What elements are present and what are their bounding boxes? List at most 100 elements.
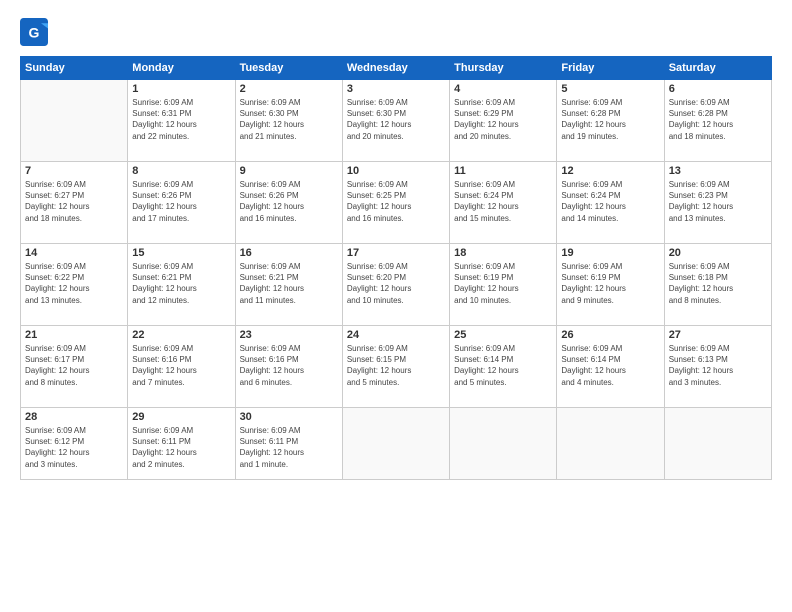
day-info: Sunrise: 6:09 AM Sunset: 6:19 PM Dayligh… [454, 261, 552, 306]
calendar-cell: 24 Sunrise: 6:09 AM Sunset: 6:15 PM Dayli… [342, 326, 449, 408]
calendar-cell: 4Sunrise: 6:09 AM Sunset: 6:29 PM Daylig… [450, 80, 557, 162]
day-number: 22 [132, 329, 230, 341]
weekday-header-wednesday: Wednesday [342, 57, 449, 80]
calendar-cell: 28 Sunrise: 6:09 AM Sunset: 6:12 PM Dayli… [21, 408, 128, 480]
calendar-week-3: 21 Sunrise: 6:09 AM Sunset: 6:17 PM Dayli… [21, 326, 772, 408]
day-number: 29 [132, 411, 230, 423]
day-info: Sunrise: 6:09 AM Sunset: 6:14 PM Dayligh… [454, 343, 552, 388]
day-info: Sunrise: 6:09 AM Sunset: 6:23 PM Dayligh… [669, 179, 767, 224]
calendar-cell: 27 Sunrise: 6:09 AM Sunset: 6:13 PM Dayli… [664, 326, 771, 408]
day-number: 23 [240, 329, 338, 341]
calendar-cell [557, 408, 664, 480]
weekday-header-monday: Monday [128, 57, 235, 80]
calendar-cell: 23 Sunrise: 6:09 AM Sunset: 6:16 PM Dayli… [235, 326, 342, 408]
day-number: 27 [669, 329, 767, 341]
calendar-cell: 22Sunrise: 6:09 AM Sunset: 6:16 PM Dayli… [128, 326, 235, 408]
calendar-cell: 29 Sunrise: 6:09 AM Sunset: 6:11 PM Dayli… [128, 408, 235, 480]
day-number: 26 [561, 329, 659, 341]
calendar-cell: 1 Sunrise: 6:09 AM Sunset: 6:31 PM Daylig… [128, 80, 235, 162]
day-number: 24 [347, 329, 445, 341]
day-number: 25 [454, 329, 552, 341]
day-info: Sunrise: 6:09 AM Sunset: 6:17 PM Dayligh… [25, 343, 123, 388]
day-number: 18 [454, 247, 552, 259]
day-number: 15 [132, 247, 230, 259]
day-number: 7 [25, 165, 123, 177]
weekday-header-friday: Friday [557, 57, 664, 80]
day-info: Sunrise: 6:09 AM Sunset: 6:13 PM Dayligh… [669, 343, 767, 388]
calendar-week-4: 28 Sunrise: 6:09 AM Sunset: 6:12 PM Dayli… [21, 408, 772, 480]
logo: G [20, 18, 54, 46]
day-number: 5 [561, 83, 659, 95]
day-number: 1 [132, 83, 230, 95]
calendar-cell: 25 Sunrise: 6:09 AM Sunset: 6:14 PM Dayli… [450, 326, 557, 408]
day-info: Sunrise: 6:09 AM Sunset: 6:25 PM Dayligh… [347, 179, 445, 224]
day-number: 4 [454, 83, 552, 95]
calendar-cell: 16 Sunrise: 6:09 AM Sunset: 6:21 PM Dayli… [235, 244, 342, 326]
day-info: Sunrise: 6:09 AM Sunset: 6:30 PM Dayligh… [240, 97, 338, 142]
day-info: Sunrise: 6:09 AM Sunset: 6:21 PM Dayligh… [240, 261, 338, 306]
day-info: Sunrise: 6:09 AM Sunset: 6:21 PM Dayligh… [132, 261, 230, 306]
day-info: Sunrise: 6:09 AM Sunset: 6:31 PM Dayligh… [132, 97, 230, 142]
calendar-cell: 12Sunrise: 6:09 AM Sunset: 6:24 PM Dayli… [557, 162, 664, 244]
day-info: Sunrise: 6:09 AM Sunset: 6:18 PM Dayligh… [669, 261, 767, 306]
day-info: Sunrise: 6:09 AM Sunset: 6:12 PM Dayligh… [25, 425, 123, 470]
calendar-cell [342, 408, 449, 480]
day-number: 16 [240, 247, 338, 259]
day-info: Sunrise: 6:09 AM Sunset: 6:19 PM Dayligh… [561, 261, 659, 306]
day-number: 21 [25, 329, 123, 341]
day-info: Sunrise: 6:09 AM Sunset: 6:22 PM Dayligh… [25, 261, 123, 306]
day-info: Sunrise: 6:09 AM Sunset: 6:16 PM Dayligh… [240, 343, 338, 388]
calendar-cell: 20 Sunrise: 6:09 AM Sunset: 6:18 PM Dayli… [664, 244, 771, 326]
weekday-header-saturday: Saturday [664, 57, 771, 80]
calendar-cell: 17Sunrise: 6:09 AM Sunset: 6:20 PM Dayli… [342, 244, 449, 326]
calendar-cell: 7 Sunrise: 6:09 AM Sunset: 6:27 PM Daylig… [21, 162, 128, 244]
calendar-cell: 2Sunrise: 6:09 AM Sunset: 6:30 PM Daylig… [235, 80, 342, 162]
calendar-table: SundayMondayTuesdayWednesdayThursdayFrid… [20, 56, 772, 480]
weekday-header-tuesday: Tuesday [235, 57, 342, 80]
day-info: Sunrise: 6:09 AM Sunset: 6:14 PM Dayligh… [561, 343, 659, 388]
calendar-body: 1 Sunrise: 6:09 AM Sunset: 6:31 PM Daylig… [21, 80, 772, 480]
day-number: 3 [347, 83, 445, 95]
calendar-cell: 3 Sunrise: 6:09 AM Sunset: 6:30 PM Daylig… [342, 80, 449, 162]
day-number: 14 [25, 247, 123, 259]
calendar-cell: 30Sunrise: 6:09 AM Sunset: 6:11 PM Dayli… [235, 408, 342, 480]
calendar-cell: 26 Sunrise: 6:09 AM Sunset: 6:14 PM Dayli… [557, 326, 664, 408]
calendar-cell: 11Sunrise: 6:09 AM Sunset: 6:24 PM Dayli… [450, 162, 557, 244]
day-info: Sunrise: 6:09 AM Sunset: 6:28 PM Dayligh… [669, 97, 767, 142]
calendar-week-2: 14 Sunrise: 6:09 AM Sunset: 6:22 PM Dayli… [21, 244, 772, 326]
day-info: Sunrise: 6:09 AM Sunset: 6:20 PM Dayligh… [347, 261, 445, 306]
day-info: Sunrise: 6:09 AM Sunset: 6:28 PM Dayligh… [561, 97, 659, 142]
day-number: 12 [561, 165, 659, 177]
calendar-cell: 15 Sunrise: 6:09 AM Sunset: 6:21 PM Dayli… [128, 244, 235, 326]
day-info: Sunrise: 6:09 AM Sunset: 6:27 PM Dayligh… [25, 179, 123, 224]
day-number: 10 [347, 165, 445, 177]
weekday-header-sunday: Sunday [21, 57, 128, 80]
calendar-cell: 19Sunrise: 6:09 AM Sunset: 6:19 PM Dayli… [557, 244, 664, 326]
day-info: Sunrise: 6:09 AM Sunset: 6:26 PM Dayligh… [132, 179, 230, 224]
calendar-cell: 5 Sunrise: 6:09 AM Sunset: 6:28 PM Daylig… [557, 80, 664, 162]
calendar-cell: 13 Sunrise: 6:09 AM Sunset: 6:23 PM Dayli… [664, 162, 771, 244]
calendar-cell [21, 80, 128, 162]
day-info: Sunrise: 6:09 AM Sunset: 6:24 PM Dayligh… [454, 179, 552, 224]
day-number: 13 [669, 165, 767, 177]
day-number: 6 [669, 83, 767, 95]
calendar-cell: 14 Sunrise: 6:09 AM Sunset: 6:22 PM Dayli… [21, 244, 128, 326]
day-info: Sunrise: 6:09 AM Sunset: 6:30 PM Dayligh… [347, 97, 445, 142]
day-number: 9 [240, 165, 338, 177]
calendar-cell: 8 Sunrise: 6:09 AM Sunset: 6:26 PM Daylig… [128, 162, 235, 244]
day-number: 20 [669, 247, 767, 259]
svg-text:G: G [29, 24, 40, 40]
calendar-cell [664, 408, 771, 480]
header: G [20, 18, 772, 46]
calendar-header-row: SundayMondayTuesdayWednesdayThursdayFrid… [21, 57, 772, 80]
day-info: Sunrise: 6:09 AM Sunset: 6:15 PM Dayligh… [347, 343, 445, 388]
calendar-cell: 10 Sunrise: 6:09 AM Sunset: 6:25 PM Dayli… [342, 162, 449, 244]
day-number: 30 [240, 411, 338, 423]
day-info: Sunrise: 6:09 AM Sunset: 6:26 PM Dayligh… [240, 179, 338, 224]
day-info: Sunrise: 6:09 AM Sunset: 6:11 PM Dayligh… [132, 425, 230, 470]
calendar-cell: 6 Sunrise: 6:09 AM Sunset: 6:28 PM Daylig… [664, 80, 771, 162]
day-number: 8 [132, 165, 230, 177]
logo-icon: G [20, 18, 48, 46]
calendar-week-1: 7 Sunrise: 6:09 AM Sunset: 6:27 PM Daylig… [21, 162, 772, 244]
day-number: 28 [25, 411, 123, 423]
